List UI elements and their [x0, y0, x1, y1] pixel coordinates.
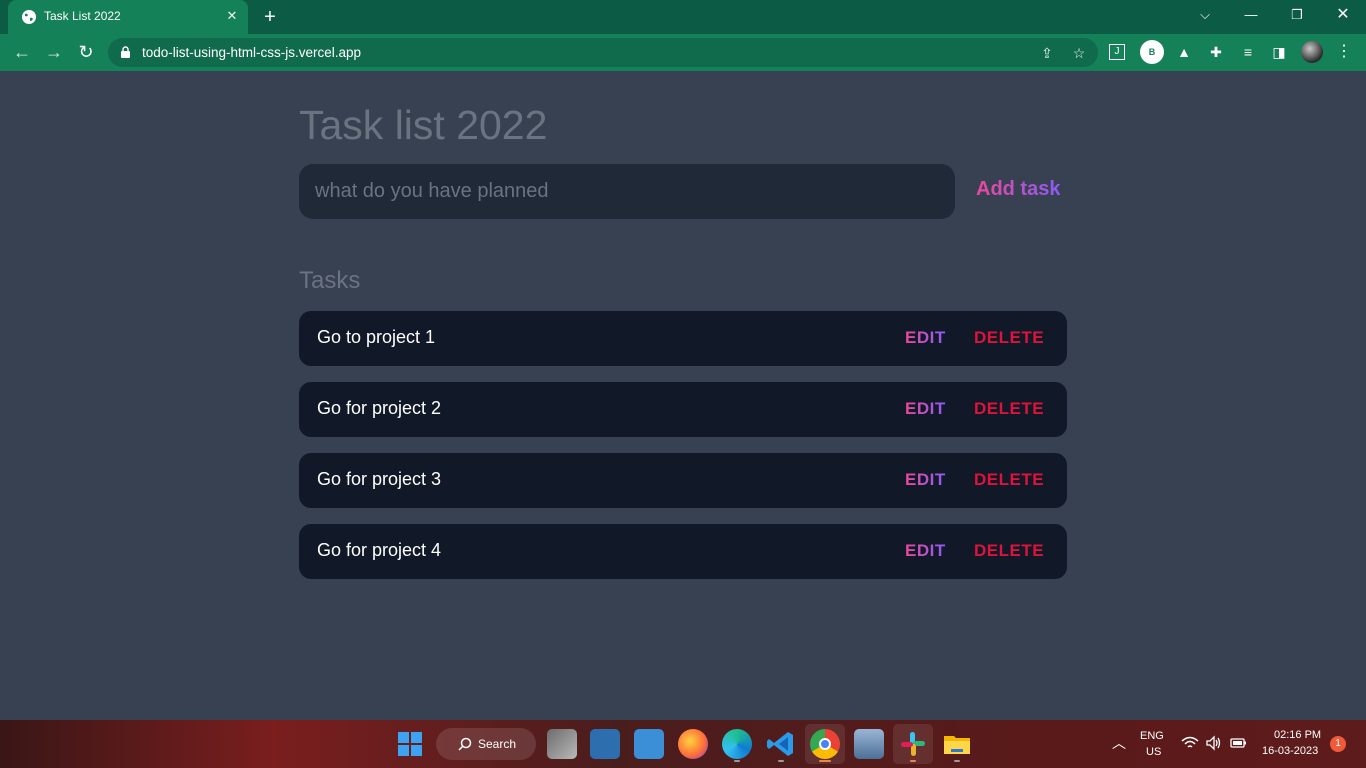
- chrome-running-indicator: [819, 760, 831, 762]
- slack-running-indicator: [910, 760, 916, 762]
- url-text: todo-list-using-html-css-js.vercel.app: [142, 45, 362, 60]
- taskbar-search[interactable]: Search: [436, 728, 536, 760]
- search-label: Search: [478, 737, 517, 751]
- notification-badge[interactable]: 1: [1330, 736, 1346, 752]
- tray-overflow-chevron-icon[interactable]: ︿: [1111, 734, 1127, 752]
- tab-close-icon[interactable]: ✕: [223, 7, 241, 25]
- monitor-app-icon[interactable]: [590, 729, 620, 759]
- window-close-icon[interactable]: ✕: [1320, 0, 1366, 30]
- task-row: Go for project 4 EDIT DELETE: [299, 524, 1067, 579]
- vscode-icon[interactable]: [766, 729, 796, 759]
- clock-date[interactable]: 16-03-2023: [1262, 745, 1318, 757]
- edge-icon[interactable]: [722, 729, 752, 759]
- browser-tab[interactable]: Task List 2022 ✕: [8, 0, 248, 34]
- language-indicator-line1[interactable]: ENG: [1140, 730, 1164, 742]
- new-tab-plus-icon[interactable]: +: [259, 7, 281, 27]
- battery-icon[interactable]: [1229, 734, 1247, 752]
- firefox-icon[interactable]: [678, 729, 708, 759]
- delete-button[interactable]: DELETE: [974, 541, 1044, 561]
- user-avatar[interactable]: [1301, 41, 1323, 63]
- tasks-heading: Tasks: [299, 267, 361, 294]
- json-extension-icon[interactable]: J: [1109, 44, 1125, 60]
- edit-button[interactable]: EDIT: [905, 399, 946, 419]
- control-panel-icon[interactable]: [634, 729, 664, 759]
- task-input[interactable]: [299, 164, 955, 219]
- delete-button[interactable]: DELETE: [974, 399, 1044, 419]
- bookmark-star-icon[interactable]: ☆: [1070, 44, 1088, 62]
- tab-title: Task List 2022: [44, 9, 121, 23]
- edit-button[interactable]: EDIT: [905, 541, 946, 561]
- restore-icon[interactable]: ❐: [1274, 0, 1320, 30]
- task-text[interactable]: Go for project 4: [317, 540, 441, 561]
- edit-button[interactable]: EDIT: [905, 470, 946, 490]
- search-icon: [458, 737, 472, 751]
- lock-icon: [121, 46, 130, 58]
- delete-button[interactable]: DELETE: [974, 470, 1044, 490]
- delete-button[interactable]: DELETE: [974, 328, 1044, 348]
- share-icon[interactable]: ⇪: [1038, 44, 1056, 62]
- task-text[interactable]: Go to project 1: [317, 327, 435, 348]
- chrome-center: [819, 738, 831, 750]
- extensions-puzzle-icon[interactable]: ✚: [1205, 41, 1227, 63]
- forward-arrow-icon[interactable]: →: [42, 41, 66, 63]
- globe-icon: [22, 10, 36, 24]
- task-row: Go for project 2 EDIT DELETE: [299, 382, 1067, 437]
- vscode-running-indicator: [778, 760, 784, 762]
- volume-icon[interactable]: [1205, 734, 1223, 752]
- task-text[interactable]: Go for project 2: [317, 398, 441, 419]
- mountain-extension-icon[interactable]: ▲: [1173, 41, 1195, 63]
- task-row: Go for project 3 EDIT DELETE: [299, 453, 1067, 508]
- network-app-icon[interactable]: [854, 729, 884, 759]
- edge-running-indicator: [734, 760, 740, 762]
- file-explorer-icon[interactable]: [942, 729, 972, 759]
- minimize-icon[interactable]: —: [1228, 0, 1274, 30]
- add-task-button[interactable]: Add task: [976, 178, 1060, 201]
- media-queue-icon[interactable]: ≡: [1237, 41, 1259, 63]
- slack-icon[interactable]: [898, 729, 928, 759]
- address-bar[interactable]: todo-list-using-html-css-js.vercel.app ⇪…: [108, 38, 1098, 67]
- page-title: Task list 2022: [299, 102, 548, 148]
- reload-icon[interactable]: ↻: [74, 41, 98, 63]
- chrome-icon[interactable]: [810, 729, 840, 759]
- wifi-icon[interactable]: [1181, 734, 1199, 752]
- task-view-icon[interactable]: [547, 729, 577, 759]
- explorer-running-indicator: [954, 760, 960, 762]
- tasks-list: Go to project 1 EDIT DELETE Go for proje…: [299, 311, 1067, 595]
- windows-start-icon[interactable]: [398, 732, 422, 756]
- back-arrow-icon[interactable]: ←: [10, 41, 34, 63]
- clock-time[interactable]: 02:16 PM: [1274, 729, 1321, 741]
- language-indicator-line2[interactable]: US: [1146, 746, 1161, 758]
- edit-button[interactable]: EDIT: [905, 328, 946, 348]
- browser-tab-strip: Task List 2022 ✕ + ⌵ — ❐ ✕: [0, 0, 1366, 34]
- task-text[interactable]: Go for project 3: [317, 469, 441, 490]
- menu-kebab-icon[interactable]: ⋮: [1334, 41, 1354, 63]
- tab-search-chevron-icon[interactable]: ⌵: [1182, 0, 1228, 30]
- side-panel-icon[interactable]: ◨: [1268, 41, 1290, 63]
- task-row: Go to project 1 EDIT DELETE: [299, 311, 1067, 366]
- windows-taskbar: Search ︿ ENG US 02:16 PM 16-03-2023 1: [0, 720, 1366, 768]
- profile-b-icon[interactable]: B: [1140, 40, 1164, 64]
